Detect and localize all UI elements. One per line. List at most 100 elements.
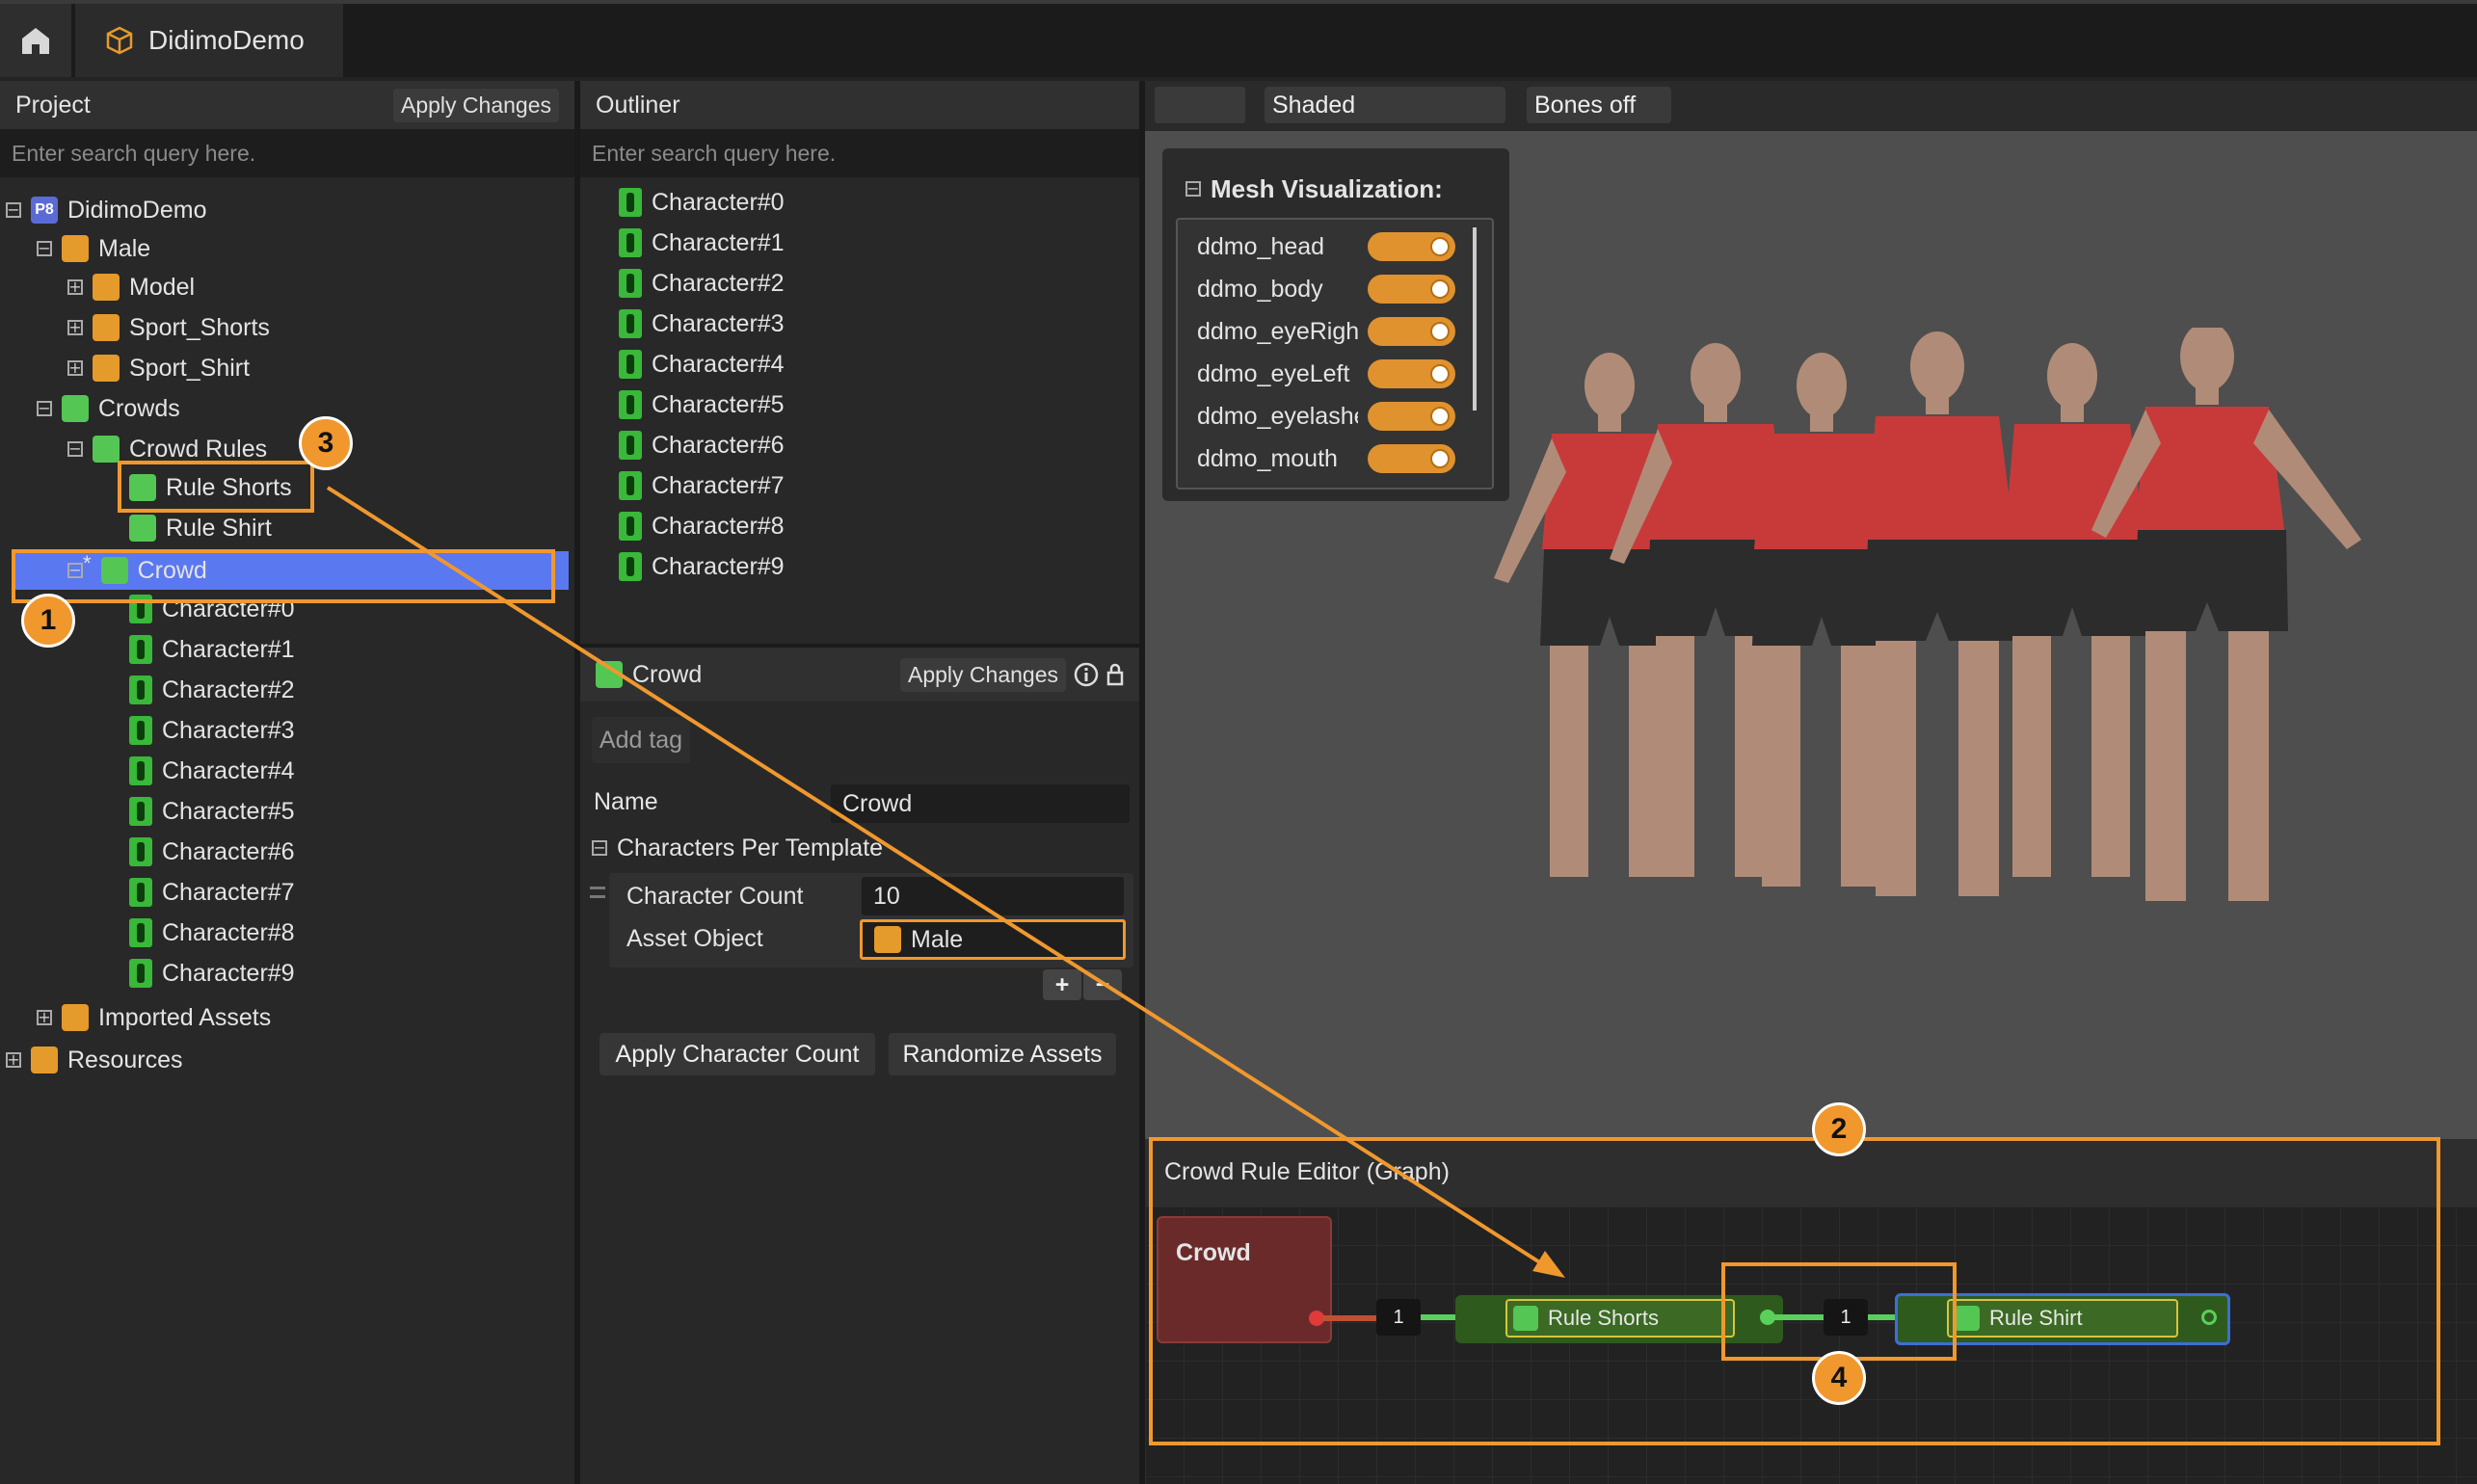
tree-item-character[interactable]: Character#8 (129, 914, 295, 952)
tree-item-imported-assets[interactable]: + Imported Assets (37, 998, 271, 1037)
character-icon (619, 228, 642, 257)
tree-item-character[interactable]: Character#5 (129, 792, 295, 831)
mesh-row: ddmo_body (1197, 270, 1455, 308)
bones-toggle[interactable]: Bones off (1527, 87, 1671, 123)
mesh-toggle[interactable] (1368, 232, 1455, 261)
tree-item-male[interactable]: − Male (37, 229, 150, 268)
tree-item-character[interactable]: Character#3 (129, 711, 295, 750)
mesh-toggle[interactable] (1368, 402, 1455, 431)
outliner-label: Character#0 (652, 188, 785, 216)
project-search-input[interactable]: Enter search query here. (0, 129, 574, 177)
home-button[interactable] (0, 4, 71, 77)
outliner-item[interactable]: Character#4 (619, 345, 785, 384)
info-icon[interactable] (1074, 662, 1099, 687)
outliner-item[interactable]: Character#7 (619, 466, 785, 505)
character-icon (619, 471, 642, 500)
annotation-badge-2: 2 (1812, 1102, 1866, 1156)
tree-item-character[interactable]: Character#6 (129, 833, 295, 871)
mesh-toggle[interactable] (1368, 317, 1455, 346)
tree-label: Sport_Shirt (129, 354, 251, 382)
add-entry-button[interactable]: + (1043, 969, 1081, 1000)
expand-icon[interactable]: + (67, 360, 83, 376)
mesh-toggle[interactable] (1368, 275, 1455, 304)
folder-icon (93, 436, 120, 463)
tree-item-sport-shorts[interactable]: + Sport_Shorts (67, 308, 270, 347)
tree-item-character[interactable]: Character#2 (129, 671, 295, 709)
outliner-item[interactable]: Character#8 (619, 507, 785, 545)
outliner-item[interactable]: Character#0 (619, 183, 785, 222)
character-count-label: Character Count (626, 883, 804, 910)
mesh-row: ddmo_eyelashe (1197, 397, 1455, 436)
mesh-list-scrollbar[interactable] (1473, 227, 1477, 411)
tree-item-model[interactable]: + Model (67, 268, 195, 306)
outliner-header: Outliner (580, 81, 1139, 129)
character-icon (619, 188, 642, 217)
tree-item-root[interactable]: − P8 DidimoDemo (6, 191, 206, 229)
tree-item-sport-shirt[interactable]: + Sport_Shirt (67, 349, 250, 387)
tree-item-rule-shirt[interactable]: Rule Shirt (129, 509, 272, 547)
highlight-rule-shorts (118, 461, 314, 513)
shading-dropdown[interactable]: Shaded (1265, 87, 1505, 123)
outliner-item[interactable]: Character#3 (619, 305, 785, 343)
character-icon (619, 431, 642, 460)
tree-item-resources[interactable]: + Resources (6, 1041, 183, 1079)
mesh-row: ddmo_mouth (1197, 439, 1455, 478)
folder-icon (31, 1047, 58, 1073)
viewport-mode-button[interactable] (1155, 87, 1245, 123)
collapse-icon[interactable]: − (6, 202, 21, 218)
section-characters-per-template[interactable]: − Characters Per Template (592, 829, 883, 867)
expand-icon[interactable]: + (67, 320, 83, 335)
outliner-item[interactable]: Character#6 (619, 426, 785, 464)
tree-label: Sport_Shorts (129, 313, 270, 341)
mesh-visualization-header[interactable]: − Mesh Visualization: (1185, 170, 1443, 208)
tab-didimodemo[interactable]: DidimoDemo (75, 4, 343, 77)
top-bar (0, 0, 2477, 77)
expand-icon[interactable]: + (37, 1010, 52, 1025)
tree-item-character[interactable]: Character#9 (129, 954, 295, 993)
remove-entry-button[interactable]: − (1083, 969, 1122, 1000)
project-title: Project (15, 91, 91, 119)
inspector-header: Crowd Apply Changes (580, 648, 1139, 702)
character-icon (619, 309, 642, 338)
mesh-toggle[interactable] (1368, 444, 1455, 473)
randomize-assets-button[interactable]: Randomize Assets (889, 1033, 1116, 1075)
asset-object-field[interactable]: Male (860, 919, 1126, 960)
outliner-item[interactable]: Character#9 (619, 547, 785, 586)
mesh-label: ddmo_body (1197, 275, 1323, 303)
mesh-label: ddmo_mouth (1197, 444, 1338, 472)
apply-character-count-button[interactable]: Apply Character Count (599, 1033, 875, 1075)
person-icon (62, 235, 89, 262)
character-icon (619, 552, 642, 581)
tree-item-character[interactable]: Character#7 (129, 873, 295, 912)
outliner-search-input[interactable]: Enter search query here. (580, 129, 1139, 177)
tree-item-crowds[interactable]: − Crowds (37, 389, 180, 428)
collapse-icon[interactable]: − (67, 441, 83, 457)
outliner-item[interactable]: Character#1 (619, 224, 785, 262)
home-icon (22, 28, 49, 54)
outliner-label: Character#6 (652, 431, 785, 459)
expand-icon[interactable]: + (67, 279, 83, 295)
character-count-field[interactable]: 10 (862, 877, 1124, 915)
tree-label: Imported Assets (98, 1003, 272, 1031)
name-field[interactable]: Crowd (831, 784, 1130, 823)
tree-item-character[interactable]: Character#1 (129, 630, 295, 669)
drag-handle-icon[interactable] (590, 887, 605, 898)
outliner-item[interactable]: Character#5 (619, 385, 785, 424)
folder-icon (62, 395, 89, 422)
inspector-apply-button[interactable]: Apply Changes (900, 657, 1066, 692)
mesh-toggle[interactable] (1368, 359, 1455, 388)
project-apply-button[interactable]: Apply Changes (393, 88, 559, 122)
expand-icon[interactable]: + (6, 1052, 21, 1068)
character-icon (129, 756, 152, 785)
add-tag-button[interactable]: Add tag (592, 717, 690, 763)
tree-item-character[interactable]: Character#4 (129, 752, 295, 790)
collapse-icon[interactable]: − (37, 241, 52, 256)
outliner-label: Character#3 (652, 309, 785, 337)
tree-label: Character#6 (162, 837, 295, 865)
collapse-icon[interactable]: − (37, 401, 52, 416)
outliner-item[interactable]: Character#2 (619, 264, 785, 303)
collapse-icon[interactable]: − (1185, 181, 1201, 197)
shirt-icon (93, 355, 120, 382)
collapse-icon[interactable]: − (592, 840, 607, 856)
lock-icon[interactable] (1106, 663, 1124, 686)
